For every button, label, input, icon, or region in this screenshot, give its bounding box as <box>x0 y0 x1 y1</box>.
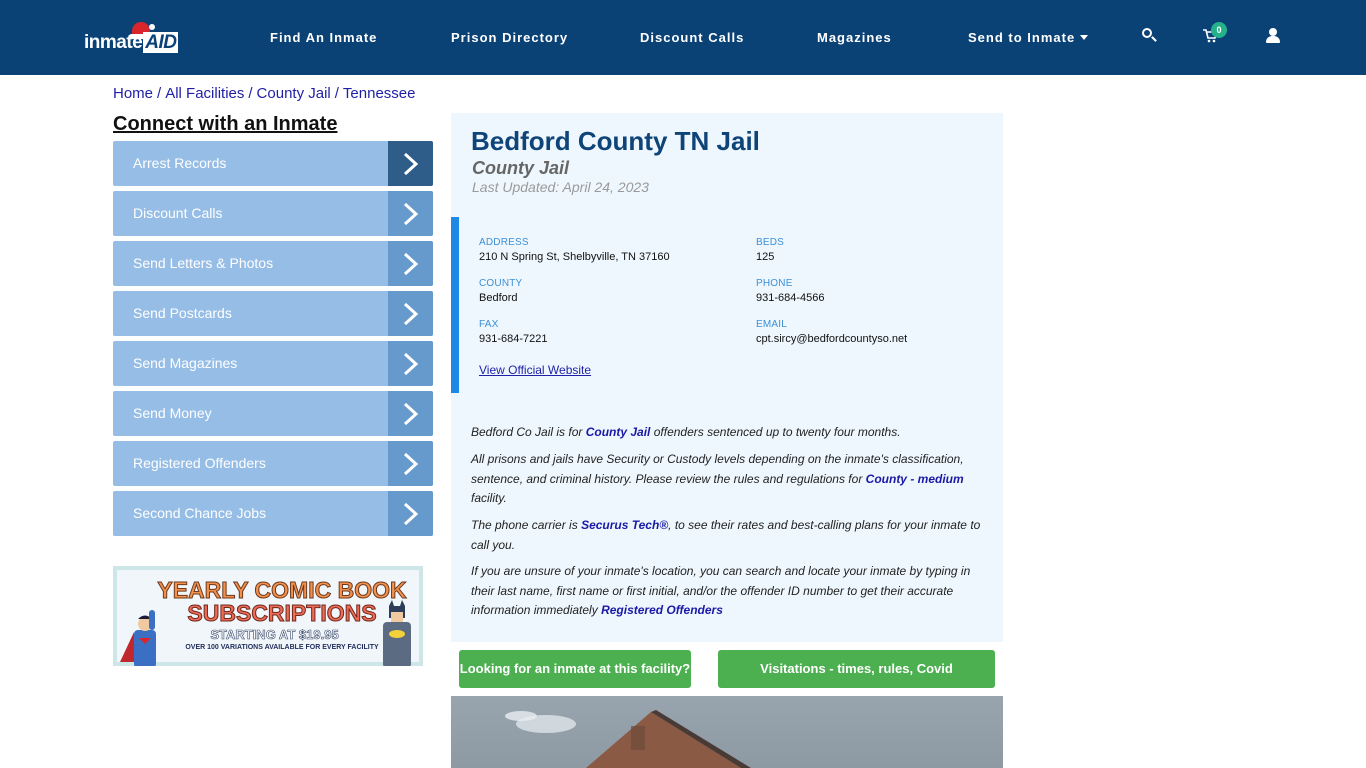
description-paragraph: All prisons and jails have Security or C… <box>471 452 964 505</box>
accent-bar <box>451 217 459 393</box>
chevron-right-icon <box>388 141 433 186</box>
search-icon[interactable] <box>1140 26 1160 46</box>
county-medium-link[interactable]: County - medium <box>866 472 964 486</box>
facility-photo <box>451 696 1003 768</box>
sidebar-item-send-postcards[interactable]: Send Postcards <box>113 291 433 336</box>
sidebar-item-label: Send Letters & Photos <box>133 255 274 271</box>
nav-find-an-inmate[interactable]: Find An Inmate <box>270 0 377 75</box>
top-navbar: inmate AID Find An Inmate Prison Director… <box>0 0 1366 75</box>
breadcrumb-all-facilities[interactable]: All Facilities <box>165 85 244 102</box>
chevron-right-icon <box>388 241 433 286</box>
securus-tech-link[interactable]: Securus Tech® <box>581 518 668 532</box>
sidebar-item-label: Registered Offenders <box>133 455 266 471</box>
promo-price: STARTING AT $19.95 <box>210 627 339 643</box>
sidebar-item-send-money[interactable]: Send Money <box>113 391 433 436</box>
promo-tagline: OVER 100 VARIATIONS AVAILABLE FOR EVERY … <box>185 644 379 651</box>
chevron-right-icon <box>388 491 433 536</box>
sidebar-item-label: Arrest Records <box>133 155 227 171</box>
connect-with-inmate-heading: Connect with an Inmate <box>113 113 338 135</box>
view-official-website-link[interactable]: View Official Website <box>479 363 591 377</box>
sidebar-item-arrest-records[interactable]: Arrest Records <box>113 141 433 186</box>
sidebar-item-registered-offenders[interactable]: Registered Offenders <box>113 441 433 486</box>
sidebar-item-label: Send Money <box>133 405 212 421</box>
caret-down-icon <box>1080 35 1089 40</box>
description-paragraph: The phone carrier is Securus Tech®, to s… <box>471 518 981 552</box>
breadcrumb-home[interactable]: Home <box>113 85 153 102</box>
address-field: ADDRESS 210 N Spring St, Shelbyville, TN… <box>479 237 670 263</box>
user-account-icon[interactable] <box>1265 26 1285 46</box>
cart-count-badge: 0 <box>1211 22 1227 38</box>
sidebar-item-label: Send Magazines <box>133 355 238 371</box>
chevron-right-icon <box>388 341 433 386</box>
chevron-right-icon <box>388 441 433 486</box>
nav-magazines[interactable]: Magazines <box>817 0 892 75</box>
fax-field: FAX 931-684-7221 <box>479 319 548 345</box>
facility-type: County Jail <box>472 158 570 178</box>
sidebar-item-discount-calls[interactable]: Discount Calls <box>113 191 433 236</box>
nav-discount-calls[interactable]: Discount Calls <box>640 0 744 75</box>
description-paragraph: Bedford Co Jail is for County Jail offen… <box>471 425 901 439</box>
registered-offenders-link[interactable]: Registered Offenders <box>601 603 723 617</box>
county-jail-link[interactable]: County Jail <box>586 425 651 439</box>
email-field: EMAIL cpt.sircy@bedfordcountyso.net <box>756 319 908 345</box>
beds-field: BEDS 125 <box>756 237 785 263</box>
last-updated: Last Updated: April 24, 2023 <box>472 179 649 195</box>
description-paragraph: If you are unsure of your inmate's locat… <box>471 564 971 617</box>
breadcrumb-tennessee[interactable]: Tennessee <box>343 85 416 102</box>
logo-accent: AID <box>143 32 179 53</box>
nav-send-to-inmate[interactable]: Send to Inmate <box>968 0 1089 75</box>
nav-prison-directory[interactable]: Prison Directory <box>451 0 568 75</box>
promo-line-2: SUBSCRIPTIONS <box>187 600 377 627</box>
sidebar-item-send-letters-photos[interactable]: Send Letters & Photos <box>113 241 433 286</box>
facility-building-image <box>505 710 751 768</box>
visitation-info-button[interactable]: Visitations - times, rules, Covid cancel… <box>718 650 995 714</box>
sidebar-item-second-chance-jobs[interactable]: Second Chance Jobs <box>113 491 433 536</box>
inmateaid-logo[interactable]: inmate AID <box>84 22 184 56</box>
county-field: COUNTY Bedford <box>479 278 523 304</box>
sidebar-item-label: Discount Calls <box>133 205 223 221</box>
comic-subscription-banner[interactable]: YEARLY COMIC BOOK SUBSCRIPTIONS STARTING… <box>113 566 423 666</box>
breadcrumb: Home / All Facilities / County Jail / Tennesse… <box>113 85 416 102</box>
sidebar-item-label: Send Postcards <box>133 305 232 321</box>
chevron-right-icon <box>388 391 433 436</box>
find-inmate-at-facility-button[interactable]: Looking for an inmate at this facility? <box>459 650 691 688</box>
logo-text: inmate <box>84 32 143 53</box>
sidebar-menu: Arrest Records Discount Calls Send Letters… <box>113 141 433 541</box>
breadcrumb-county-jail[interactable]: County Jail <box>257 85 331 102</box>
facility-title: Bedford County TN Jail <box>471 126 760 156</box>
phone-field: PHONE 931-684-4566 <box>756 278 825 304</box>
chevron-right-icon <box>388 191 433 236</box>
chevron-right-icon <box>388 291 433 336</box>
sidebar-item-label: Second Chance Jobs <box>133 505 267 521</box>
sidebar-item-send-magazines[interactable]: Send Magazines <box>113 341 433 386</box>
